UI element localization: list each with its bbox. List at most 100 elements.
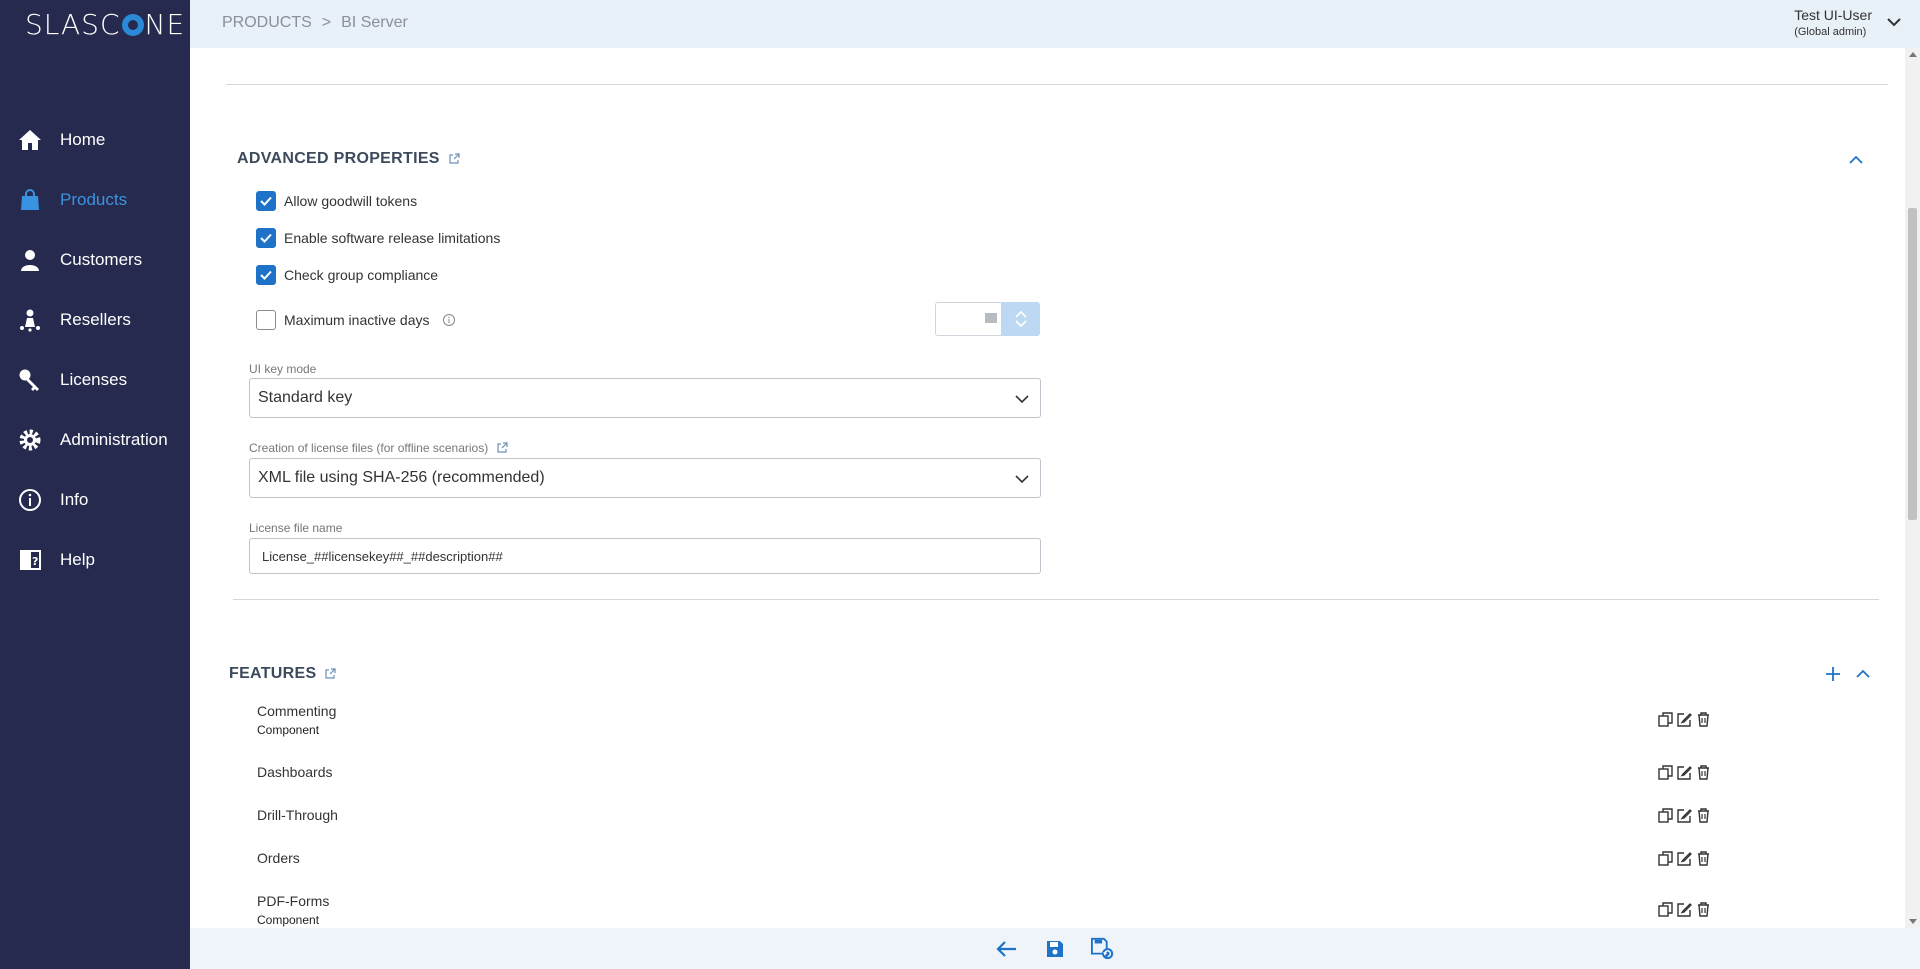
sidebar-item-label: Info — [60, 490, 89, 509]
divider — [233, 599, 1879, 600]
section-title-text: FEATURES — [229, 665, 317, 682]
ui-key-mode-label: UI key mode — [249, 362, 316, 376]
delete-icon[interactable] — [1695, 711, 1712, 728]
save-and-close-button[interactable] — [1091, 937, 1115, 961]
copy-icon[interactable] — [1657, 711, 1674, 728]
sidebar-item-label: Help — [60, 550, 95, 569]
section-title-text: ADVANCED PROPERTIES — [237, 150, 440, 167]
user-role: (Global admin) — [1794, 26, 1867, 38]
breadcrumb-separator-icon: > — [321, 14, 332, 31]
field-label-text: License file name — [249, 521, 343, 535]
feature-row-pdf-forms[interactable]: PDF-Forms Component — [257, 893, 1712, 927]
edit-icon[interactable] — [1676, 711, 1693, 728]
copy-icon[interactable] — [1657, 807, 1674, 824]
gear-icon — [18, 428, 42, 452]
top-bar: PRODUCTS > BI Server Test UI-User (Globa… — [190, 0, 1920, 48]
feature-row-dashboards[interactable]: Dashboards — [257, 764, 1712, 780]
save-button[interactable] — [1043, 937, 1067, 961]
delete-icon[interactable] — [1695, 901, 1712, 918]
logo-text: SLASC — [25, 8, 121, 41]
sidebar: SLASC NE Home Products Customers Reseller… — [0, 0, 190, 969]
shopping-bag-icon — [18, 188, 42, 212]
feature-actions — [1657, 711, 1712, 728]
chevron-down-icon[interactable] — [1014, 320, 1028, 328]
license-file-name-input[interactable] — [249, 538, 1041, 574]
feature-row-orders[interactable]: Orders — [257, 850, 1712, 866]
ui-key-mode-select[interactable]: Standard key — [249, 378, 1041, 418]
chevron-up-icon[interactable] — [1014, 310, 1028, 318]
sidebar-item-customers[interactable]: Customers — [0, 230, 190, 290]
feature-actions — [1657, 807, 1712, 824]
sidebar-item-label: Customers — [60, 250, 143, 269]
sidebar-item-products[interactable]: Products — [0, 170, 190, 230]
collapse-features-chevron-up-icon[interactable] — [1854, 665, 1872, 683]
feature-row-drill-through[interactable]: Drill-Through — [257, 807, 1712, 823]
edit-icon[interactable] — [1676, 807, 1693, 824]
sidebar-item-info[interactable]: Info — [0, 470, 190, 530]
feature-actions — [1657, 901, 1712, 918]
checkbox-label: Allow goodwill tokens — [284, 193, 418, 209]
scroll-down-arrow-icon[interactable] — [1909, 919, 1917, 924]
sidebar-item-licenses[interactable]: Licenses — [0, 350, 190, 410]
chevron-down-icon[interactable] — [1886, 14, 1902, 30]
feature-type: Component — [257, 913, 320, 927]
field-label-text: UI key mode — [249, 362, 317, 376]
user-menu[interactable]: Test UI-User (Global admin) — [1794, 7, 1872, 38]
checkbox-unchecked[interactable] — [256, 310, 276, 330]
external-link-icon[interactable] — [448, 153, 460, 165]
sidebar-item-help[interactable]: ? Help — [0, 530, 190, 590]
keyboard-icon — [985, 313, 997, 323]
feature-actions — [1657, 850, 1712, 867]
feature-name: Orders — [257, 850, 300, 866]
external-link-icon[interactable] — [324, 668, 337, 680]
delete-icon[interactable] — [1695, 850, 1712, 867]
sidebar-item-resellers[interactable]: Resellers — [0, 290, 190, 350]
delete-icon[interactable] — [1695, 764, 1712, 781]
select-value: Standard key — [258, 389, 353, 406]
collapse-advanced-chevron-up-icon[interactable] — [1847, 151, 1865, 169]
feature-row-commenting[interactable]: Commenting Component — [257, 703, 1712, 737]
sidebar-item-home[interactable]: Home — [0, 110, 190, 170]
info-icon — [18, 488, 42, 512]
slascone-logo[interactable]: SLASC NE — [25, 8, 185, 41]
edit-icon[interactable] — [1676, 850, 1693, 867]
checkbox-checked[interactable] — [256, 228, 276, 248]
copy-icon[interactable] — [1657, 764, 1674, 781]
external-link-icon[interactable] — [496, 442, 508, 454]
checkbox-allow-goodwill-tokens[interactable]: Allow goodwill tokens — [256, 191, 417, 211]
edit-icon[interactable] — [1676, 764, 1693, 781]
checkbox-check-group-compliance[interactable]: Check group compliance — [256, 265, 438, 285]
back-button[interactable] — [995, 937, 1019, 961]
bottom-action-bar — [190, 928, 1920, 969]
feature-name: Drill-Through — [257, 807, 338, 823]
save-and-return-icon — [1091, 937, 1114, 959]
scroll-up-arrow-icon[interactable] — [1909, 52, 1917, 57]
breadcrumb: PRODUCTS > BI Server — [222, 14, 408, 32]
scroll-thumb[interactable] — [1908, 208, 1917, 520]
help-icon: ? — [18, 548, 42, 572]
add-feature-plus-icon[interactable] — [1824, 665, 1842, 683]
home-icon — [18, 128, 42, 152]
edit-icon[interactable] — [1676, 901, 1693, 918]
checkbox-label: Maximum inactive days — [284, 312, 430, 328]
info-circle-icon[interactable] — [442, 313, 456, 327]
delete-icon[interactable] — [1695, 807, 1712, 824]
stepper-buttons[interactable] — [1001, 302, 1040, 336]
divider — [226, 84, 1888, 85]
checkbox-checked[interactable] — [256, 191, 276, 211]
sidebar-item-label: Home — [60, 130, 106, 149]
license-file-creation-select[interactable]: XML file using SHA-256 (recommended) — [249, 458, 1041, 498]
feature-actions — [1657, 764, 1712, 781]
breadcrumb-products[interactable]: PRODUCTS — [222, 14, 312, 32]
copy-icon[interactable] — [1657, 901, 1674, 918]
copy-icon[interactable] — [1657, 850, 1674, 867]
sidebar-item-administration[interactable]: Administration — [0, 410, 190, 470]
checkbox-enable-software-release-limitations[interactable]: Enable software release limitations — [256, 228, 500, 248]
max-inactive-days-stepper[interactable] — [935, 302, 1040, 336]
checkbox-checked[interactable] — [256, 265, 276, 285]
vertical-scrollbar[interactable] — [1905, 48, 1920, 928]
chevron-down-icon — [1015, 395, 1029, 404]
checkbox-maximum-inactive-days[interactable]: Maximum inactive days — [256, 310, 456, 330]
max-inactive-days-input[interactable] — [935, 302, 1001, 336]
field-label-text: Creation of license files (for offline s… — [249, 441, 489, 455]
